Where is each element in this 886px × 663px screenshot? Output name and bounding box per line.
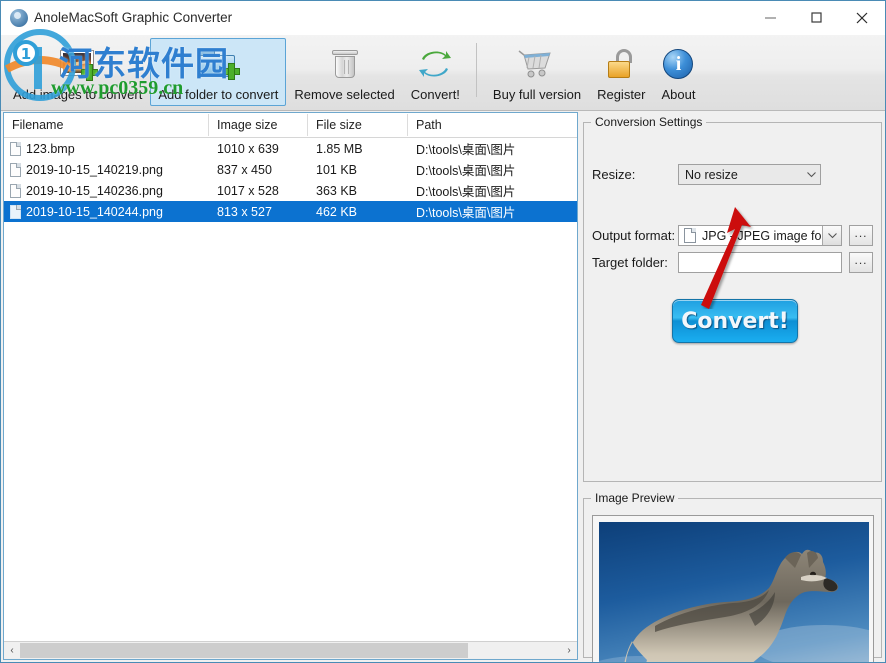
toolbar-button-add-images[interactable]: Add images to convert xyxy=(5,38,150,106)
add-images-icon xyxy=(60,44,96,84)
file-icon xyxy=(10,184,21,198)
main-body: Filename Image size File size Path 123.b… xyxy=(1,111,886,663)
cell-path: D:\tools\桌面\图片 xyxy=(408,202,577,221)
main-toolbar: Add images to convert Add folder to conv… xyxy=(1,35,885,111)
cell-filename: 2019-10-15_140244.png xyxy=(26,205,163,219)
toolbar-label-remove-selected: Remove selected xyxy=(294,88,394,102)
trash-icon xyxy=(331,44,359,84)
file-icon xyxy=(10,142,21,156)
chevron-down-icon[interactable] xyxy=(822,226,841,245)
right-pane: Conversion Settings Resize: No resize Ou… xyxy=(580,112,885,662)
resize-label: Resize: xyxy=(592,167,635,182)
info-icon: i xyxy=(663,44,693,84)
cell-file-size: 363 KB xyxy=(308,184,408,198)
toolbar-button-remove-selected[interactable]: Remove selected xyxy=(286,38,402,106)
chevron-down-icon[interactable] xyxy=(802,172,820,178)
minimize-button[interactable] xyxy=(747,1,793,34)
cell-file-size: 1.85 MB xyxy=(308,142,408,156)
cell-path: D:\tools\桌面\图片 xyxy=(408,160,577,179)
padlock-icon xyxy=(607,44,635,84)
target-folder-browse-button[interactable]: ... xyxy=(849,252,873,273)
title-bar: AnoleMacSoft Graphic Converter xyxy=(1,1,885,35)
file-list-header: Filename Image size File size Path xyxy=(4,113,577,138)
output-format-combo[interactable]: JPG - JPEG image form xyxy=(678,225,842,246)
target-folder-input[interactable] xyxy=(678,252,842,273)
column-header-image-size[interactable]: Image size xyxy=(209,114,308,136)
window-controls xyxy=(747,1,885,34)
target-folder-label: Target folder: xyxy=(592,255,668,270)
shopping-cart-icon xyxy=(518,44,556,84)
table-row[interactable]: 2019-10-15_140219.png 837 x 450 101 KB D… xyxy=(4,159,577,180)
toolbar-button-convert[interactable]: Convert! xyxy=(403,38,468,106)
horizontal-scrollbar[interactable]: ‹ › xyxy=(4,641,577,659)
cell-filename: 2019-10-15_140219.png xyxy=(26,163,163,177)
close-button[interactable] xyxy=(839,1,885,34)
preview-image xyxy=(599,522,869,663)
cell-file-size: 101 KB xyxy=(308,163,408,177)
scrollbar-thumb[interactable] xyxy=(20,643,468,658)
scroll-left-arrow-icon[interactable]: ‹ xyxy=(4,642,20,659)
file-icon xyxy=(10,205,21,219)
conversion-settings-group: Conversion Settings Resize: No resize Ou… xyxy=(583,122,882,482)
conversion-settings-title: Conversion Settings xyxy=(591,115,706,129)
table-row[interactable]: 2019-10-15_140236.png 1017 x 528 363 KB … xyxy=(4,180,577,201)
toolbar-button-add-folder[interactable]: Add folder to convert xyxy=(150,38,286,106)
toolbar-label-about: About xyxy=(662,88,696,102)
add-folder-icon xyxy=(199,44,237,84)
toolbar-label-register: Register xyxy=(597,88,645,102)
table-row-selected[interactable]: 2019-10-15_140244.png 813 x 527 462 KB D… xyxy=(4,201,577,222)
toolbar-label-add-folder: Add folder to convert xyxy=(158,88,278,102)
file-list-pane: Filename Image size File size Path 123.b… xyxy=(3,112,578,660)
cell-image-size: 1017 x 528 xyxy=(209,184,308,198)
output-format-value: JPG - JPEG image form xyxy=(696,229,822,243)
preview-frame xyxy=(592,515,874,663)
column-header-path[interactable]: Path xyxy=(408,114,577,136)
table-row[interactable]: 123.bmp 1010 x 639 1.85 MB D:\tools\桌面\图… xyxy=(4,138,577,159)
scrollbar-track[interactable] xyxy=(20,642,561,659)
toolbar-button-buy-full-version[interactable]: Buy full version xyxy=(485,38,589,106)
cell-file-size: 462 KB xyxy=(308,205,408,219)
output-format-browse-button[interactable]: ... xyxy=(849,225,873,246)
column-header-file-size[interactable]: File size xyxy=(308,114,408,136)
toolbar-label-add-images: Add images to convert xyxy=(13,88,142,102)
cell-path: D:\tools\桌面\图片 xyxy=(408,181,577,200)
toolbar-label-buy-full-version: Buy full version xyxy=(493,88,581,102)
convert-arrows-icon xyxy=(418,44,452,84)
cell-image-size: 837 x 450 xyxy=(209,163,308,177)
convert-button[interactable]: Convert! xyxy=(672,299,798,343)
toolbar-separator xyxy=(476,43,477,97)
cell-image-size: 813 x 527 xyxy=(209,205,308,219)
window-title: AnoleMacSoft Graphic Converter xyxy=(34,10,232,25)
cell-path: D:\tools\桌面\图片 xyxy=(408,139,577,158)
file-icon xyxy=(10,163,21,177)
app-globe-icon xyxy=(10,9,28,27)
toolbar-button-register[interactable]: Register xyxy=(589,38,653,106)
scroll-right-arrow-icon[interactable]: › xyxy=(561,642,577,659)
file-format-icon xyxy=(684,228,696,243)
image-preview-group: Image Preview xyxy=(583,498,882,658)
image-preview-title: Image Preview xyxy=(591,491,678,505)
toolbar-button-about[interactable]: i About xyxy=(654,38,704,106)
output-format-label: Output format: xyxy=(592,228,675,243)
app-window: AnoleMacSoft Graphic Converter Add image… xyxy=(0,0,886,663)
file-list-rows: 123.bmp 1010 x 639 1.85 MB D:\tools\桌面\图… xyxy=(4,138,577,641)
cell-image-size: 1010 x 639 xyxy=(209,142,308,156)
cell-filename: 2019-10-15_140236.png xyxy=(26,184,163,198)
convert-button-label: Convert! xyxy=(681,309,789,334)
resize-value: No resize xyxy=(679,168,802,182)
toolbar-label-convert: Convert! xyxy=(411,88,460,102)
resize-combo[interactable]: No resize xyxy=(678,164,821,185)
maximize-button[interactable] xyxy=(793,1,839,34)
cell-filename: 123.bmp xyxy=(26,142,75,156)
column-header-filename[interactable]: Filename xyxy=(4,114,209,136)
